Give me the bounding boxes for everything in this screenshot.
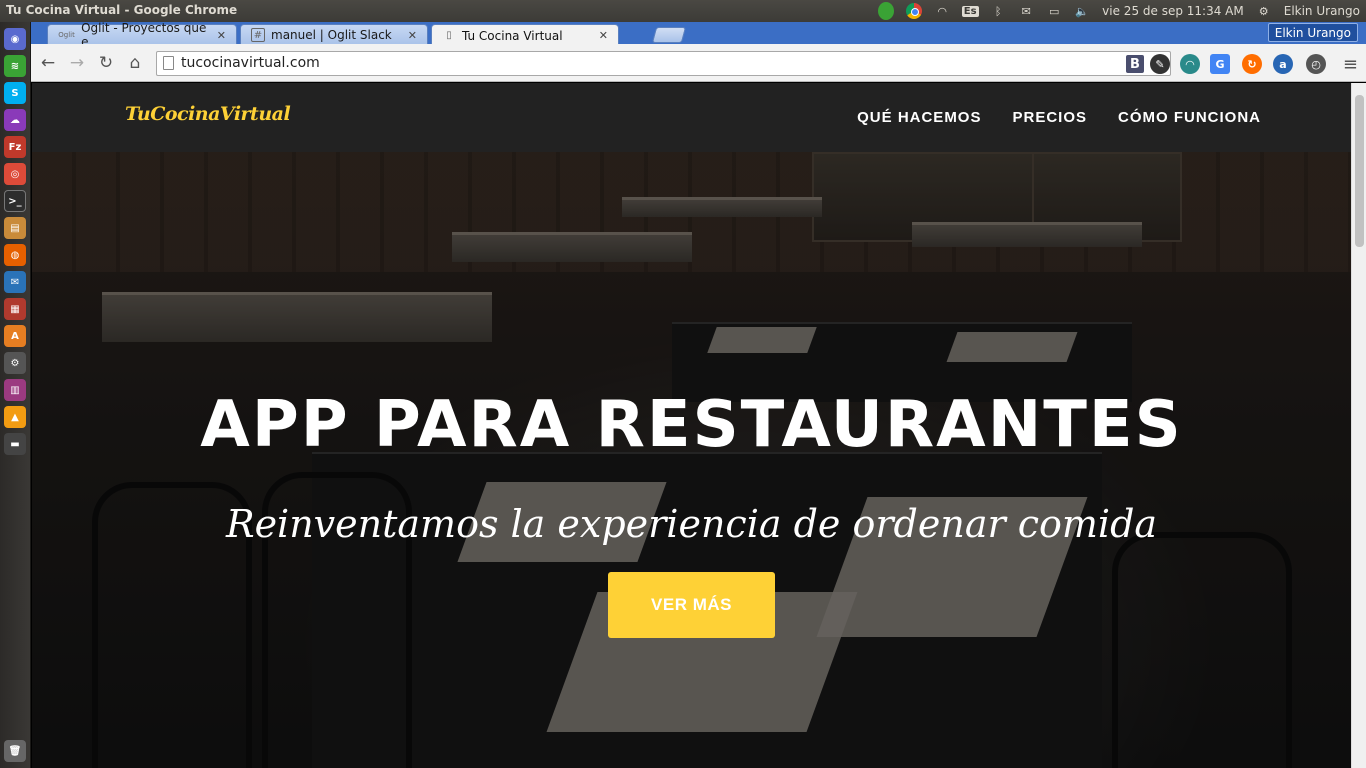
close-icon[interactable]: ✕ <box>599 29 608 42</box>
hero-section: APP PARA RESTAURANTES Reinventamos la ex… <box>32 152 1351 768</box>
settings-icon[interactable]: ⚙ <box>4 352 26 374</box>
b-extension-icon[interactable]: B <box>1126 55 1144 73</box>
home-icon[interactable]: ⌂ <box>124 52 146 74</box>
ver-mas-button[interactable]: VER MÁS <box>608 572 775 638</box>
reload-icon[interactable]: ↻ <box>95 52 117 74</box>
scrollbar-thumb[interactable] <box>1355 95 1364 247</box>
page-favicon-icon: ▯ <box>446 30 452 41</box>
os-top-panel: Tu Cocina Virtual - Google Chrome ◠ Es ᛒ… <box>0 0 1366 22</box>
terminal-icon[interactable]: >_ <box>4 190 26 212</box>
gear-icon[interactable]: ⚙ <box>1256 3 1272 19</box>
hero-title: APP PARA RESTAURANTES <box>200 388 1183 462</box>
tab-tu-cocina-virtual[interactable]: ▯ Tu Cocina Virtual ✕ <box>431 24 619 46</box>
files-icon[interactable]: ▤ <box>4 217 26 239</box>
refresh-extension-icon[interactable]: ↻ <box>1242 54 1262 74</box>
vlc-icon[interactable]: ▲ <box>4 406 26 428</box>
tab-label: manuel | Oglit Slack <box>271 28 392 42</box>
a-extension-icon[interactable]: a <box>1273 54 1293 74</box>
wifi-icon[interactable]: ◠ <box>934 3 950 19</box>
filezilla-icon[interactable]: Fz <box>4 136 26 158</box>
chrome-tray-icon[interactable] <box>906 3 923 19</box>
keyboard-layout-indicator[interactable]: Es <box>961 3 979 19</box>
tab-oglit-slack[interactable]: # manuel | Oglit Slack ✕ <box>240 24 428 45</box>
window-title: Tu Cocina Virtual - Google Chrome <box>6 3 238 17</box>
wave-extension-icon[interactable]: ◠ <box>1180 54 1200 74</box>
timer-extension-icon[interactable]: ◴ <box>1306 54 1326 74</box>
spotify-icon[interactable]: ≋ <box>4 55 26 77</box>
chrome-toolbar: ← → ↻ ⌂ tucocinavirtual.com B ☆ ✎ ◠ G ↻ … <box>31 44 1366 82</box>
eyedropper-extension-icon[interactable]: ✎ <box>1150 54 1170 74</box>
url-text[interactable]: tucocinavirtual.com <box>181 55 320 71</box>
skype-icon[interactable]: S <box>4 82 26 104</box>
translate-extension-icon[interactable]: G <box>1210 54 1230 74</box>
calendar-icon[interactable]: ▦ <box>4 298 26 320</box>
drive-icon[interactable]: ▬ <box>4 433 26 455</box>
site-logo[interactable]: TuCocinaVirtual <box>125 103 291 125</box>
workspaces-icon[interactable]: ▥ <box>4 379 26 401</box>
chrome-menu-icon[interactable]: ≡ <box>1343 54 1358 75</box>
close-icon[interactable]: ✕ <box>217 29 226 42</box>
clock[interactable]: vie 25 de sep 11:34 AM <box>1102 4 1244 18</box>
site-nav-links: QUÉ HACEMOS PRECIOS CÓMO FUNCIONA <box>857 109 1261 126</box>
spotify-tray-icon[interactable] <box>878 2 895 20</box>
system-tray: ◠ Es ᛒ ✉ ▭ 🔈 vie 25 de sep 11:34 AM ⚙ El… <box>878 0 1360 22</box>
trash-icon[interactable]: 🗑 <box>4 740 26 762</box>
nav-link-que-hacemos[interactable]: QUÉ HACEMOS <box>857 109 981 126</box>
pidgin-icon[interactable]: ☁ <box>4 109 26 131</box>
profile-button[interactable]: Elkin Urango <box>1267 23 1358 42</box>
chrome-tab-strip: Oglit Oglit - Proyectos que e ✕ # manuel… <box>31 21 1366 49</box>
session-user[interactable]: Elkin Urango <box>1284 4 1360 18</box>
tab-oglit-proyectos[interactable]: Oglit Oglit - Proyectos que e ✕ <box>47 21 237 49</box>
firefox-icon[interactable]: ◍ <box>4 244 26 266</box>
nav-link-precios[interactable]: PRECIOS <box>1012 109 1087 126</box>
oglit-favicon-icon: Oglit <box>58 31 75 39</box>
volume-icon[interactable]: 🔈 <box>1074 3 1090 19</box>
mail-icon[interactable]: ✉ <box>1018 3 1034 19</box>
page-viewport: TuCocinaVirtual QUÉ HACEMOS PRECIOS CÓMO… <box>32 83 1351 768</box>
nav-link-como-funciona[interactable]: CÓMO FUNCIONA <box>1118 109 1261 126</box>
battery-icon[interactable]: ▭ <box>1046 3 1062 19</box>
unity-launcher: ◉ ≋ S ☁ Fz ◎ >_ ▤ ◍ ✉ ▦ A ⚙ ▥ ▲ ▬ 🗑 <box>0 22 31 768</box>
close-icon[interactable]: ✕ <box>408 29 417 42</box>
hero-subtitle: Reinventamos la experiencia de ordenar c… <box>225 502 1158 546</box>
software-center-icon[interactable]: A <box>4 325 26 347</box>
page-scrollbar[interactable] <box>1351 83 1366 768</box>
back-arrow-icon[interactable]: ← <box>37 52 59 74</box>
thunderbird-icon[interactable]: ✉ <box>4 271 26 293</box>
chrome-icon[interactable]: ◎ <box>4 163 26 185</box>
forward-arrow-icon[interactable]: → <box>66 52 88 74</box>
slack-favicon-icon: # <box>251 28 265 42</box>
address-bar[interactable]: tucocinavirtual.com B ☆ <box>156 51 1171 76</box>
bluetooth-icon[interactable]: ᛒ <box>990 3 1006 19</box>
page-icon <box>163 56 174 70</box>
site-navbar: TuCocinaVirtual QUÉ HACEMOS PRECIOS CÓMO… <box>32 83 1351 152</box>
new-tab-button[interactable] <box>651 27 687 43</box>
tab-label: Tu Cocina Virtual <box>462 28 563 43</box>
dash-icon[interactable]: ◉ <box>4 28 26 50</box>
